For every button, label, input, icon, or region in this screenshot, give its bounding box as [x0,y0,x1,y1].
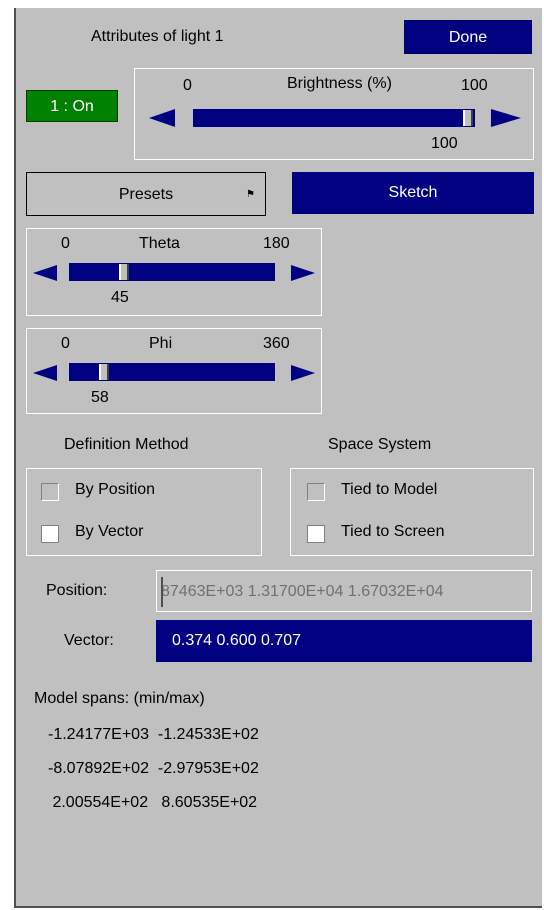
by-vector-option[interactable]: By Vector [41,523,251,547]
sketch-button[interactable]: Sketch [292,172,534,214]
brightness-value: 100 [431,135,458,152]
tied-to-screen-label: Tied to Screen [341,523,445,540]
brightness-thumb[interactable] [463,110,473,126]
brightness-decrease-arrow-icon[interactable] [149,109,175,127]
tied-to-model-option[interactable]: Tied to Model [307,481,523,505]
by-vector-checkbox[interactable] [41,525,59,543]
light-on-toggle[interactable]: 1 : On [26,90,118,122]
vector-input[interactable]: 0.374 0.600 0.707 [156,620,532,662]
brightness-slider-box: 0 Brightness (%) 100 100 [134,68,534,160]
by-position-label: By Position [75,481,156,498]
model-spans-row: 2.00554E+02 8.60535E+02 [48,794,258,811]
theta-decrease-arrow-icon[interactable] [33,265,57,281]
theta-max-label: 180 [263,235,290,252]
model-spans-row: -1.24177E+03 -1.24533E+02 [48,726,259,743]
presets-button[interactable]: Presets ⚑ [26,172,266,216]
flag-icon: ⚑ [246,189,255,200]
brightness-track[interactable] [193,109,475,127]
phi-label: Phi [149,335,173,352]
brightness-min-label: 0 [183,77,192,94]
phi-max-label: 360 [263,335,290,352]
theta-label: Theta [139,235,180,252]
definition-method-heading: Definition Method [64,436,189,453]
space-system-heading: Space System [328,436,432,453]
panel-title: Attributes of light 1 [91,28,224,45]
position-input[interactable]: 87463E+03 1.31700E+04 1.67032E+04 [156,570,532,612]
theta-slider-box: 0 Theta 180 45 [26,228,322,316]
brightness-label: Brightness (%) [287,75,392,92]
text-cursor [161,577,163,607]
phi-increase-arrow-icon[interactable] [291,365,315,381]
phi-min-label: 0 [61,335,70,352]
by-position-checkbox[interactable] [41,483,59,501]
by-position-option[interactable]: By Position [41,481,251,505]
theta-increase-arrow-icon[interactable] [291,265,315,281]
presets-label: Presets [118,186,174,203]
tied-to-model-label: Tied to Model [341,481,438,498]
theta-min-label: 0 [61,235,70,252]
phi-track[interactable] [69,363,275,381]
phi-value: 58 [91,389,109,406]
space-system-box: Tied to Model Tied to Screen [290,468,534,556]
phi-decrease-arrow-icon[interactable] [33,365,57,381]
theta-track[interactable] [69,263,275,281]
tied-to-screen-option[interactable]: Tied to Screen [307,523,523,547]
vector-label: Vector: [64,632,114,649]
tied-to-screen-checkbox[interactable] [307,525,325,543]
done-button[interactable]: Done [404,20,532,54]
position-label: Position: [46,582,108,599]
theta-thumb[interactable] [119,264,129,280]
phi-slider-box: 0 Phi 360 58 [26,328,322,414]
phi-thumb[interactable] [99,364,109,380]
definition-method-box: By Position By Vector [26,468,262,556]
model-spans-row: -8.07892E+02 -2.97953E+02 [48,760,259,777]
theta-value: 45 [111,289,129,306]
by-vector-label: By Vector [75,523,144,540]
brightness-increase-arrow-icon[interactable] [491,109,521,127]
position-value: 87463E+03 1.31700E+04 1.67032E+04 [161,583,444,600]
light-attributes-panel: Attributes of light 1 Done 1 : On 0 Brig… [14,8,542,908]
model-spans-heading: Model spans: (min/max) [34,690,205,707]
tied-to-model-checkbox[interactable] [307,483,325,501]
brightness-max-label: 100 [461,77,488,94]
